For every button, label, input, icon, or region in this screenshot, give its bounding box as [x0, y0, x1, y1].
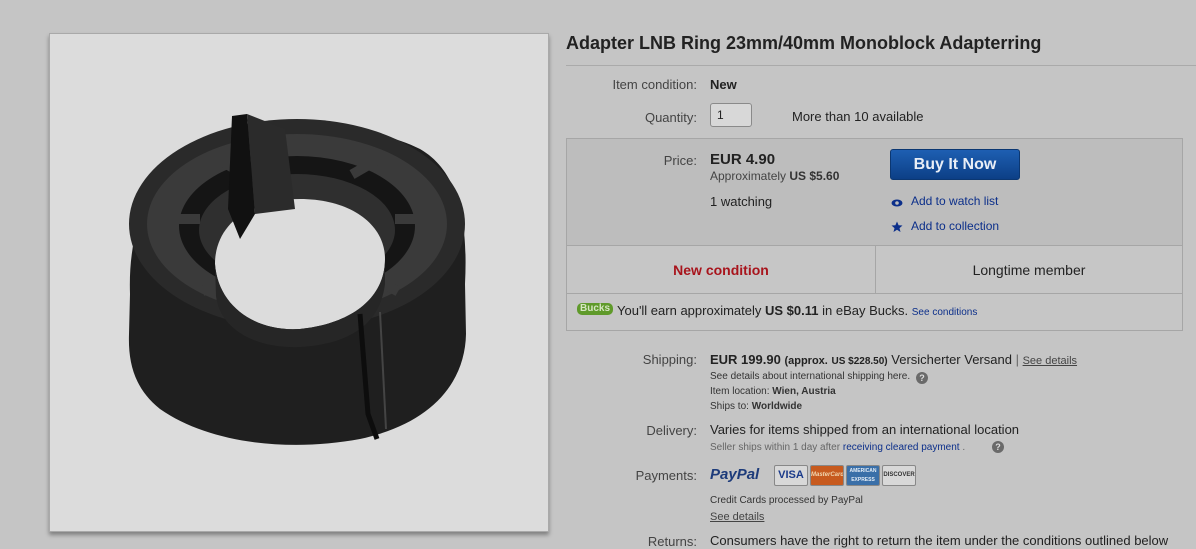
cleared-payment-link[interactable]: receiving cleared payment: [843, 442, 960, 453]
paypal-logo: PayPal: [710, 466, 760, 483]
bucks-amount: US $0.11: [765, 303, 819, 318]
ships-to: Ships to: Worldwide: [710, 401, 802, 412]
quantity-input[interactable]: 1: [710, 103, 752, 127]
watching-count: 1 watching: [710, 194, 773, 209]
new-condition-badge: New condition: [673, 262, 769, 278]
delivery-note-prefix: Seller ships within 1 day after: [710, 442, 841, 453]
amex-icon: AMERICAN EXPRESS: [846, 465, 880, 486]
intl-shipping-note[interactable]: See details about international shipping…: [710, 371, 910, 382]
condition-value: New: [710, 77, 737, 92]
shipping-approx-prefix: (approx.: [784, 355, 828, 367]
help-icon[interactable]: ?: [916, 372, 928, 384]
longtime-member-badge: Longtime member: [972, 262, 1086, 278]
shipping-method: Versicherter Versand: [891, 352, 1012, 367]
eye-icon: [891, 196, 903, 208]
mastercard-icon: MasterCard: [810, 465, 844, 486]
item-location-label: Item location:: [710, 386, 770, 397]
ships-to-value: Worldwide: [751, 401, 803, 412]
ships-to-label: Ships to:: [710, 401, 749, 412]
page-title: Adapter LNB Ring 23mm/40mm Monoblock Ada…: [566, 33, 1042, 53]
shipping-cost: EUR 199.90 (approx. US $228.50) Versiche…: [710, 352, 1077, 367]
item-location: Item location: Wien, Austria: [710, 386, 836, 397]
price-approx-prefix: Approximately: [710, 169, 787, 183]
returns-label: Returns:: [647, 534, 697, 549]
ebay-bucks-icon: Bucks: [577, 303, 614, 315]
price-label: Price:: [663, 153, 697, 168]
see-conditions-link[interactable]: See conditions: [912, 307, 978, 318]
delivery-value: Varies for items shipped from an interna…: [710, 422, 1020, 437]
quantity-label: Quantity:: [644, 110, 697, 125]
item-location-value: Wien, Austria: [772, 386, 836, 397]
payments-details-link[interactable]: See details: [710, 511, 764, 523]
price-amount: EUR 4.90: [710, 151, 776, 168]
shipping-approx-value: US $228.50): [831, 356, 888, 367]
delivery-label: Delivery:: [646, 423, 697, 438]
bucks-text-suffix: in eBay Bucks.: [822, 303, 909, 318]
bucks-message: You'll earn approximately US $0.11 in eB…: [617, 303, 977, 318]
price-approx-value: US $5.60: [789, 169, 840, 183]
condition-label: Item condition:: [612, 77, 697, 92]
delivery-note-suffix: .: [962, 442, 966, 453]
star-icon: [891, 220, 903, 232]
discover-icon: DISCOVER: [882, 465, 916, 486]
visa-icon: VISA: [774, 465, 808, 486]
shipping-details-link[interactable]: See details: [1023, 355, 1077, 367]
bucks-text-prefix: You'll earn approximately: [617, 303, 762, 318]
lnb-ring-image: [128, 114, 466, 445]
payments-label: Payments:: [635, 468, 697, 483]
delivery-note: Seller ships within 1 day after receivin…: [710, 442, 965, 453]
add-to-collection-link[interactable]: Add to collection: [911, 219, 999, 233]
shipping-label: Shipping:: [642, 352, 697, 367]
title-divider: [566, 65, 1196, 66]
shipping-separator: |: [1015, 352, 1019, 367]
add-to-watch-list-link[interactable]: Add to watch list: [911, 194, 998, 208]
purchase-divider: [567, 293, 1182, 294]
shipping-amount: EUR 199.90: [710, 352, 781, 367]
payments-note: Credit Cards processed by PayPal: [710, 495, 863, 506]
price-approx: Approximately US $5.60: [710, 169, 839, 183]
quantity-available: More than 10 available: [792, 109, 924, 124]
help-icon[interactable]: ?: [992, 441, 1004, 453]
buy-it-now-button[interactable]: Buy It Now: [890, 149, 1020, 180]
returns-value: Consumers have the right to return the i…: [710, 533, 1169, 548]
product-image[interactable]: [49, 33, 549, 532]
